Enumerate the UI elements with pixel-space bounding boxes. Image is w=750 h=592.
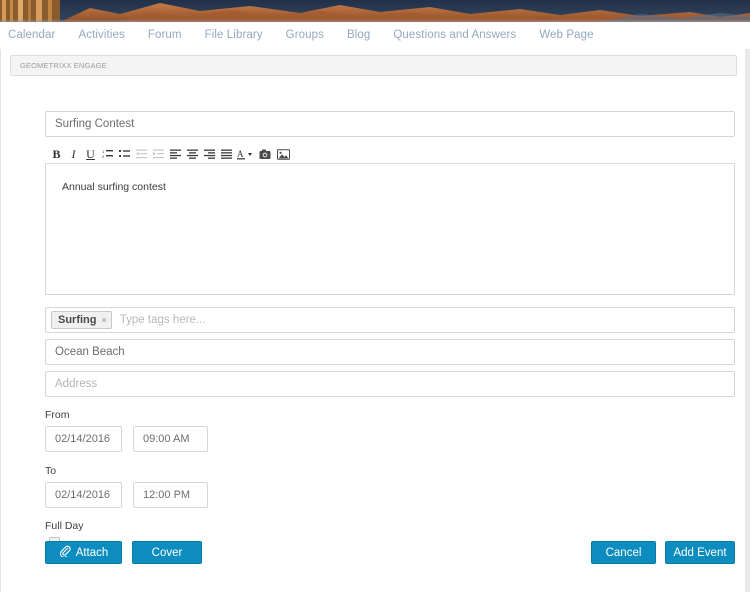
- nav-item-web-page[interactable]: Web Page: [539, 29, 593, 41]
- editor-content-area[interactable]: Annual surfing contest: [45, 164, 735, 295]
- italic-icon[interactable]: I: [65, 146, 82, 163]
- indent-icon[interactable]: [150, 146, 167, 163]
- align-left-icon[interactable]: [167, 146, 184, 163]
- bulleted-list-icon[interactable]: [116, 146, 133, 163]
- add-event-button-label: Add Event: [673, 546, 727, 559]
- tag-chip-label: Surfing: [58, 314, 97, 326]
- to-time-input[interactable]: [133, 482, 208, 508]
- svg-text:A: A: [237, 149, 244, 159]
- action-button-row: Attach Cover Cancel Add Event: [45, 541, 735, 564]
- nav-item-file-library[interactable]: File Library: [205, 29, 263, 41]
- attach-button[interactable]: Attach: [45, 541, 122, 564]
- main-navigation: Calendar Activities Forum File Library G…: [0, 22, 750, 49]
- svg-text:2: 2: [102, 154, 105, 159]
- full-day-label: Full Day: [45, 520, 84, 532]
- attach-button-label: Attach: [75, 546, 109, 559]
- underline-icon[interactable]: U: [82, 146, 99, 163]
- content-shell: GEOMETRIXX ENGAGE B I U 12: [0, 49, 750, 592]
- breadcrumb[interactable]: GEOMETRIXX ENGAGE: [10, 55, 737, 76]
- bold-icon[interactable]: B: [48, 146, 65, 163]
- tags-field[interactable]: Surfing ×: [45, 307, 735, 333]
- hero-illustration: [0, 0, 750, 22]
- cover-button-label: Cover: [151, 546, 183, 559]
- insert-image-icon[interactable]: [274, 146, 293, 163]
- from-label: From: [45, 409, 70, 421]
- nav-item-calendar[interactable]: Calendar: [8, 29, 55, 41]
- nav-item-activities[interactable]: Activities: [78, 29, 124, 41]
- attachment-icon[interactable]: [255, 146, 274, 163]
- event-title-input[interactable]: [45, 111, 735, 137]
- align-center-icon[interactable]: [184, 146, 201, 163]
- address-input[interactable]: [45, 371, 735, 397]
- to-date-input[interactable]: [45, 482, 122, 508]
- event-form: B I U 12: [45, 111, 735, 551]
- tag-remove-icon[interactable]: ×: [102, 315, 107, 325]
- add-event-button[interactable]: Add Event: [665, 541, 735, 564]
- from-time-input[interactable]: [133, 426, 208, 452]
- location-input[interactable]: [45, 339, 735, 365]
- tag-chip-surfing[interactable]: Surfing ×: [51, 311, 112, 329]
- to-label: To: [45, 465, 57, 477]
- to-row: [45, 482, 735, 508]
- cancel-button-label: Cancel: [605, 546, 642, 559]
- align-right-icon[interactable]: [201, 146, 218, 163]
- paperclip-icon: [59, 545, 71, 560]
- editor-toolbar: B I U 12 A: [45, 145, 735, 164]
- hero-banner-image: [0, 0, 750, 22]
- content-shell-inner: GEOMETRIXX ENGAGE B I U 12: [0, 49, 745, 592]
- numbered-list-icon[interactable]: 12: [99, 146, 116, 163]
- outdent-icon[interactable]: [133, 146, 150, 163]
- cancel-button[interactable]: Cancel: [591, 541, 656, 564]
- nav-item-questions-and-answers[interactable]: Questions and Answers: [393, 29, 516, 41]
- from-date-input[interactable]: [45, 426, 122, 452]
- from-row: [45, 426, 735, 452]
- page-root: Calendar Activities Forum File Library G…: [0, 0, 750, 592]
- breadcrumb-label: GEOMETRIXX ENGAGE: [20, 61, 107, 70]
- nav-item-groups[interactable]: Groups: [286, 29, 324, 41]
- align-justify-icon[interactable]: [218, 146, 235, 163]
- rich-text-editor: B I U 12 A Annual surfing contest: [45, 145, 735, 295]
- cover-button[interactable]: Cover: [132, 541, 202, 564]
- editor-body-text: Annual surfing contest: [62, 181, 166, 193]
- tags-input[interactable]: [117, 309, 729, 331]
- nav-item-blog[interactable]: Blog: [347, 29, 370, 41]
- nav-item-forum[interactable]: Forum: [148, 29, 182, 41]
- text-color-icon[interactable]: A: [235, 146, 255, 163]
